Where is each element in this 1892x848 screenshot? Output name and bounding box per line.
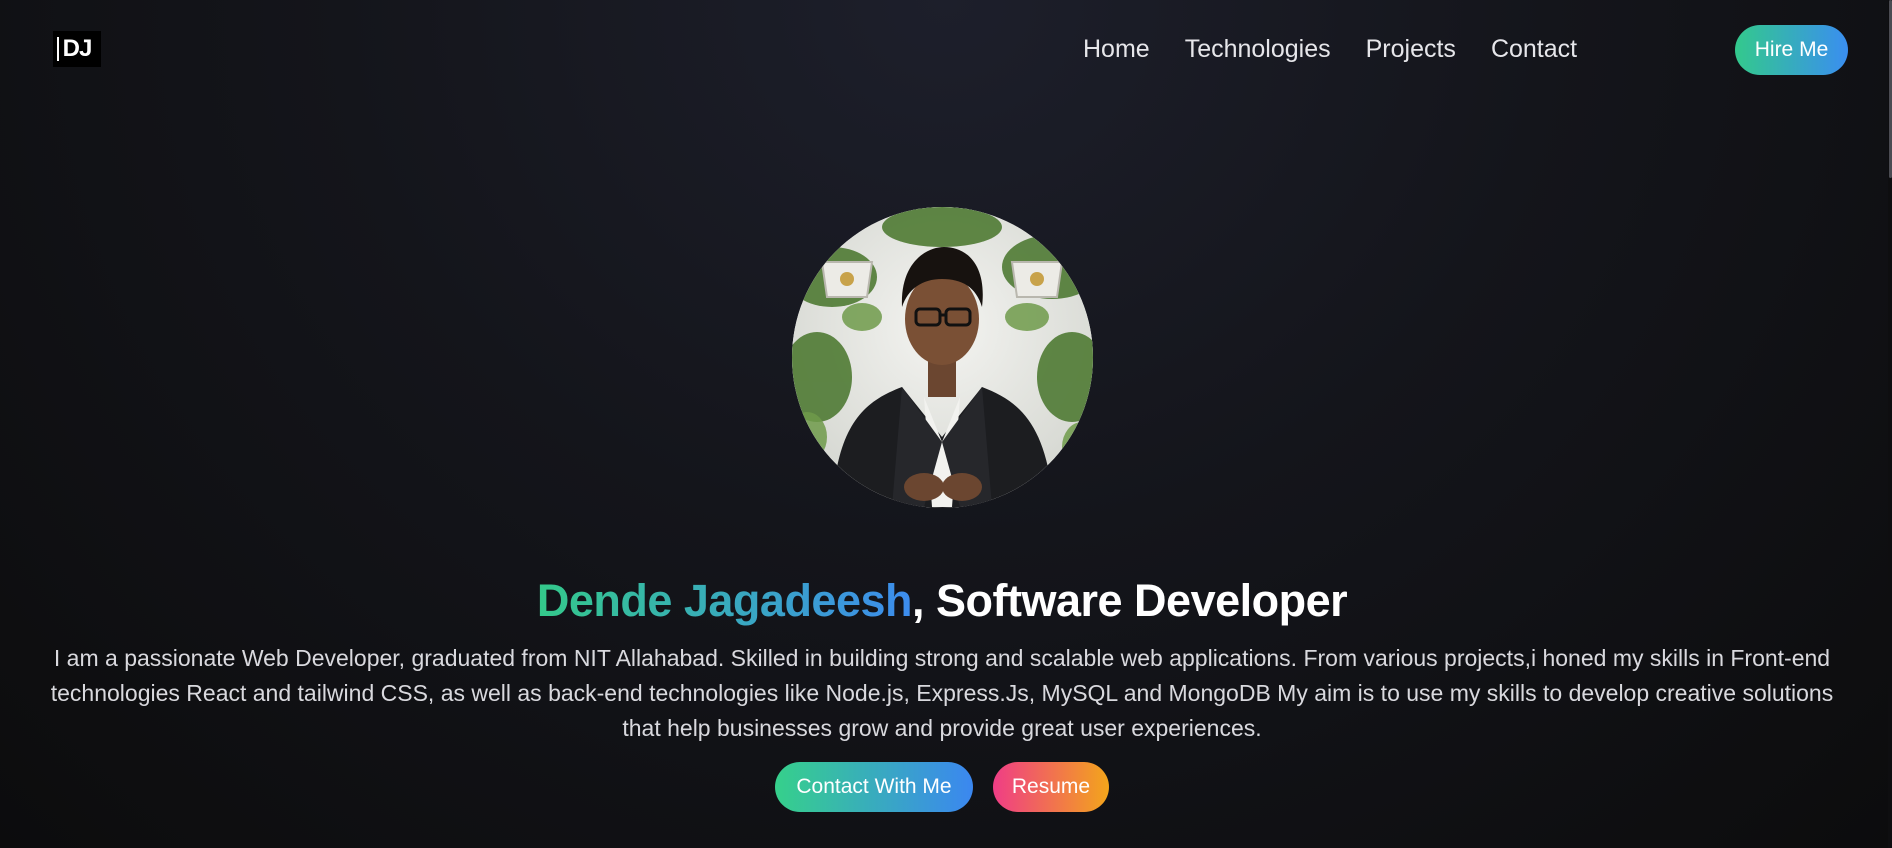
profile-photo-illustration	[792, 207, 1093, 508]
logo-bar	[57, 37, 59, 61]
hero-name: Dende Jagadeesh	[536, 575, 913, 627]
site-logo[interactable]: DJ	[53, 31, 101, 67]
nav-home[interactable]: Home	[1083, 32, 1150, 66]
hero-description: I am a passionate Web Developer, graduat…	[50, 645, 1834, 741]
nav-contact[interactable]: Contact	[1491, 32, 1577, 66]
hero-role: , Software Developer	[912, 575, 1348, 627]
resume-button[interactable]: Resume	[993, 762, 1109, 812]
scrollbar-track[interactable]	[1888, 0, 1892, 848]
nav-projects[interactable]: Projects	[1366, 32, 1456, 66]
logo-text: DJ	[62, 35, 93, 62]
main-nav: Home Technologies Projects Contact	[1083, 32, 1577, 66]
hero-headline: Dende Jagadeesh, Software Developer	[0, 575, 1884, 627]
hire-me-button[interactable]: Hire Me	[1735, 25, 1848, 75]
hero-actions: Contact With Me Resume	[775, 762, 1109, 812]
nav-technologies[interactable]: Technologies	[1185, 32, 1331, 66]
profile-photo	[792, 207, 1093, 508]
contact-with-me-button[interactable]: Contact With Me	[775, 762, 973, 812]
